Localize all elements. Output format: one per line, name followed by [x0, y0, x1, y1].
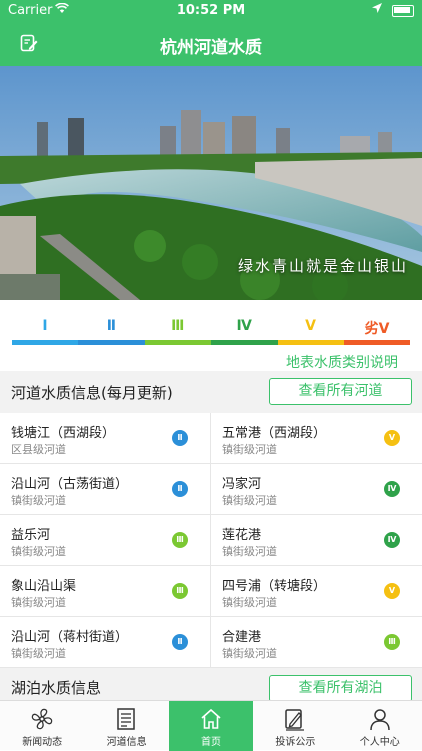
grade-badge: Ⅲ — [384, 634, 400, 650]
page-title: 杭州河道水质 — [160, 38, 262, 58]
document-icon — [117, 708, 136, 730]
grade-badge: Ⅳ — [384, 481, 400, 497]
river-name: 冯家河 — [222, 477, 262, 492]
river-item[interactable]: 沿山河（蒋村街道） 镇街级河道 Ⅱ — [0, 617, 211, 668]
grade-label-6: 劣Ⅴ — [364, 321, 390, 337]
river-name: 沿山河（蒋村街道） — [11, 630, 129, 645]
tab-label: 首页 — [200, 737, 221, 748]
grade-badge: Ⅱ — [172, 481, 188, 497]
grade-label-5: Ⅴ — [305, 318, 317, 334]
grade-badge: Ⅴ — [384, 583, 400, 599]
grade-bar-5 — [277, 340, 344, 345]
grade-badge: Ⅲ — [172, 583, 188, 599]
user-icon — [369, 709, 390, 731]
tab-label: 河道信息 — [106, 737, 147, 748]
tab-label: 投诉公示 — [275, 737, 316, 748]
river-type: 镇街级河道 — [222, 647, 277, 660]
river-section-title: 河道水质信息(每月更新) — [11, 384, 173, 402]
clock: 10:52 PM — [176, 3, 246, 18]
view-all-lakes-button[interactable]: 查看所有湖泊 — [269, 675, 412, 702]
tab-news[interactable]: 新闻动态 — [0, 701, 84, 751]
river-item[interactable]: 合建港 镇街级河道 Ⅲ — [211, 617, 422, 668]
river-type: 区县级河道 — [11, 443, 66, 456]
location-arrow-icon — [372, 3, 382, 16]
river-name: 莲花港 — [222, 528, 262, 543]
river-item[interactable]: 沿山河（古荡街道） 镇街级河道 Ⅱ — [0, 464, 211, 515]
grade-bar-6 — [344, 340, 411, 345]
tab-label: 新闻动态 — [22, 737, 63, 748]
grade-bar-3 — [144, 340, 212, 345]
banner-image[interactable]: 绿水青山就是金山银山 — [0, 66, 422, 300]
river-name: 四号浦（转塘段） — [222, 579, 327, 594]
grade-description-link[interactable]: 地表水质类别说明 — [286, 352, 398, 372]
home-icon — [201, 708, 221, 729]
river-name: 象山沿山渠 — [11, 579, 77, 594]
tab-river-info[interactable]: 河道信息 — [84, 701, 168, 751]
river-name: 沿山河（古荡街道） — [11, 477, 129, 492]
river-type: 镇街级河道 — [11, 647, 66, 660]
navigation-bar: 杭州河道水质 — [0, 22, 422, 66]
grade-label-3: Ⅲ — [171, 318, 185, 334]
river-name: 合建港 — [222, 630, 262, 645]
tab-bar: 新闻动态 河道信息 首页 投诉公示 个人中心 — [0, 700, 422, 751]
river-item[interactable]: 莲花港 镇街级河道 Ⅳ — [211, 515, 422, 566]
tab-label: 个人中心 — [359, 737, 400, 748]
tab-complaints[interactable]: 投诉公示 — [253, 701, 337, 751]
river-name: 钱塘江（西湖段） — [11, 426, 116, 441]
river-type: 镇街级河道 — [11, 596, 66, 609]
grade-badge: Ⅱ — [172, 430, 188, 446]
river-type: 镇街级河道 — [222, 443, 277, 456]
tab-profile[interactable]: 个人中心 — [338, 701, 422, 751]
river-name: 五常港（西湖段） — [222, 426, 327, 441]
river-name: 益乐河 — [11, 528, 51, 543]
grade-label-4: Ⅳ — [236, 318, 252, 334]
grade-label-1: Ⅰ — [42, 318, 48, 334]
river-item[interactable]: 五常港（西湖段） 镇街级河道 Ⅴ — [211, 413, 422, 464]
grade-bar-1 — [12, 340, 79, 345]
banner-caption: 绿水青山就是金山银山 — [237, 257, 408, 275]
grade-badge: Ⅲ — [172, 532, 188, 548]
water-grade-legend: Ⅰ Ⅱ Ⅲ Ⅳ Ⅴ 劣Ⅴ — [12, 318, 411, 348]
edit-note-icon — [285, 709, 305, 731]
grade-badge: Ⅱ — [172, 634, 188, 650]
river-item[interactable]: 四号浦（转塘段） 镇街级河道 Ⅴ — [211, 566, 422, 617]
lake-section-header: 湖泊水质信息 查看所有湖泊 — [0, 668, 422, 702]
tab-home[interactable]: 首页 — [168, 701, 254, 751]
grade-label-2: Ⅱ — [106, 318, 116, 334]
battery-icon — [392, 5, 414, 17]
river-type: 镇街级河道 — [222, 494, 277, 507]
grade-bar-4 — [211, 340, 278, 345]
grade-badge: Ⅴ — [384, 430, 400, 446]
river-type: 镇街级河道 — [11, 545, 66, 558]
river-type: 镇街级河道 — [11, 494, 66, 507]
grade-bar-2 — [78, 340, 145, 345]
river-item[interactable]: 象山沿山渠 镇街级河道 Ⅲ — [0, 566, 211, 617]
grade-badge: Ⅳ — [384, 532, 400, 548]
river-item[interactable]: 冯家河 镇街级河道 Ⅳ — [211, 464, 422, 515]
lake-section-title: 湖泊水质信息 — [11, 679, 102, 697]
river-item[interactable]: 益乐河 镇街级河道 Ⅲ — [0, 515, 211, 566]
river-type: 镇街级河道 — [222, 596, 277, 609]
view-all-rivers-button[interactable]: 查看所有河道 — [269, 378, 412, 405]
river-section-header: 河道水质信息(每月更新) 查看所有河道 — [0, 371, 422, 413]
river-item[interactable]: 钱塘江（西湖段） 区县级河道 Ⅱ — [0, 413, 211, 464]
river-type: 镇街级河道 — [222, 545, 277, 558]
fan-icon — [31, 708, 53, 730]
status-bar: Carrier 10:52 PM — [0, 0, 422, 22]
